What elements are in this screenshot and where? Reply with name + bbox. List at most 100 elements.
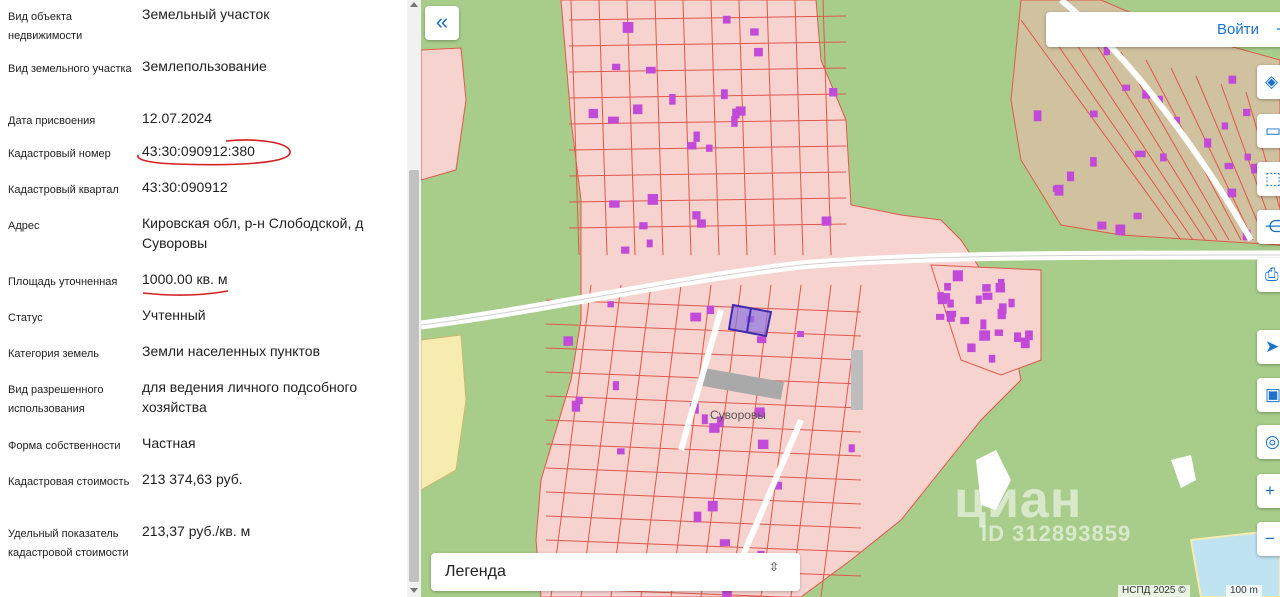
- building-marker: [1204, 138, 1212, 148]
- panel-scrollbar[interactable]: [407, 0, 421, 597]
- zoom-in-button[interactable]: +: [1257, 474, 1280, 508]
- building-marker: [1160, 153, 1167, 162]
- building-marker: [821, 216, 832, 226]
- property-value: Земли населенных пунктов: [142, 343, 321, 359]
- building-marker: [1090, 157, 1097, 167]
- property-label: Кадастровая стоимость: [8, 476, 130, 488]
- building-marker: [608, 116, 619, 124]
- property-value: 213 374,63 руб.: [142, 471, 243, 487]
- property-value: Кировская обл, р-н Слободской, д Суворов…: [142, 215, 364, 251]
- building-marker: [612, 63, 621, 71]
- building-marker: [1115, 224, 1126, 236]
- screen-icon: ▣: [1265, 385, 1280, 404]
- login-button[interactable]: Войти ⇥: [1046, 12, 1280, 47]
- building-marker: [1243, 108, 1251, 117]
- building-marker: [693, 511, 702, 523]
- scroll-up-icon[interactable]: [410, 2, 418, 7]
- building-marker: [609, 200, 620, 208]
- legend-label: Легенда: [445, 563, 506, 580]
- property-value: 12.07.2024: [142, 110, 213, 126]
- property-label: Кадастровый квартал: [8, 184, 119, 196]
- screen-button[interactable]: ▣: [1257, 378, 1280, 412]
- building-marker: [1224, 162, 1234, 170]
- building-marker: [707, 500, 718, 512]
- ruler-icon: ▭: [1265, 121, 1280, 140]
- building-marker: [952, 270, 963, 282]
- property-label: Адрес: [8, 220, 40, 232]
- building-marker: [607, 301, 614, 308]
- map-scale: 100 m: [1226, 585, 1262, 597]
- building-marker: [1090, 110, 1098, 118]
- building-marker: [622, 22, 634, 33]
- property-value: Земельный участок: [142, 6, 270, 22]
- building-marker: [750, 28, 759, 36]
- property-value: 1000.00 кв. м: [142, 271, 228, 287]
- building-marker: [617, 448, 625, 455]
- building-marker: [719, 539, 731, 546]
- login-icon: ⇥: [1276, 12, 1280, 47]
- cadastral-number-value[interactable]: 43:30:090912:380: [142, 141, 397, 161]
- property-label: Статус: [8, 312, 43, 324]
- search-location-button[interactable]: ◎: [1257, 425, 1280, 459]
- print-button[interactable]: ⎙: [1257, 258, 1280, 292]
- layers-button[interactable]: ◈: [1257, 65, 1280, 99]
- scroll-down-icon[interactable]: [410, 588, 418, 593]
- place-label: Суворовы: [710, 408, 766, 422]
- ruler-button[interactable]: ▭: [1257, 114, 1280, 148]
- search-location-icon: ◎: [1265, 432, 1280, 451]
- building-marker: [735, 106, 746, 116]
- cadastral-map[interactable]: Суворовы циан ID 312893859 « Войти ⇥ ◈ ▭…: [421, 0, 1280, 597]
- building-marker: [1135, 150, 1146, 158]
- building-marker: [980, 319, 987, 330]
- property-panel: Вид объекта недвижимости Земельный участ…: [0, 0, 405, 597]
- building-marker: [706, 305, 715, 315]
- zoom-in-icon: +: [1265, 481, 1275, 500]
- building-marker: [701, 414, 708, 425]
- select-area-button[interactable]: ⬚: [1257, 162, 1280, 196]
- zoom-out-icon: −: [1265, 529, 1275, 548]
- building-marker: [1033, 110, 1042, 122]
- property-label: Кадастровый номер: [8, 148, 111, 160]
- layers-icon: ◈: [1265, 72, 1279, 91]
- building-marker: [757, 439, 769, 450]
- building-marker: [947, 299, 954, 308]
- building-marker: [1054, 184, 1064, 196]
- building-marker: [731, 115, 738, 127]
- map-canvas[interactable]: [421, 0, 1280, 597]
- cadastral-quarter-value[interactable]: 43:30:090912: [142, 177, 397, 197]
- building-marker: [829, 87, 838, 97]
- property-label: Категория земель: [8, 348, 99, 360]
- building-marker: [946, 310, 957, 318]
- building-marker: [754, 47, 763, 57]
- building-marker: [982, 284, 991, 292]
- building-marker: [621, 246, 630, 254]
- building-marker: [612, 381, 619, 391]
- building-marker: [1244, 153, 1251, 161]
- collapse-panel-button[interactable]: «: [425, 6, 459, 40]
- building-marker: [1008, 298, 1015, 308]
- building-marker: [722, 15, 731, 24]
- building-marker: [692, 211, 701, 220]
- building-marker: [944, 282, 951, 291]
- location-icon: ➤: [1265, 337, 1280, 356]
- map-attribution[interactable]: НСПД 2025 ©: [1118, 585, 1190, 597]
- location-button[interactable]: ➤: [1257, 330, 1280, 364]
- legend-dropdown[interactable]: Легенда ⇳: [431, 553, 800, 591]
- scroll-thumb[interactable]: [409, 170, 419, 582]
- building-marker: [982, 292, 993, 300]
- building-marker: [633, 104, 643, 115]
- zoom-out-button[interactable]: −: [1257, 522, 1280, 556]
- building-marker: [571, 400, 581, 412]
- building-marker: [563, 336, 573, 346]
- building-marker: [1025, 330, 1033, 341]
- building-marker: [705, 144, 713, 152]
- share-button[interactable]: ⋲: [1257, 210, 1280, 244]
- property-value: Частная: [142, 435, 196, 451]
- double-chevron-left-icon: «: [435, 9, 449, 34]
- property-label: Удельный показатель кадастровой стоимост…: [8, 528, 129, 559]
- building-marker: [1133, 212, 1142, 220]
- building-marker: [639, 222, 648, 230]
- building-marker: [995, 282, 1005, 293]
- building-marker: [994, 329, 1004, 336]
- property-value: 213,37 руб./кв. м: [142, 523, 251, 539]
